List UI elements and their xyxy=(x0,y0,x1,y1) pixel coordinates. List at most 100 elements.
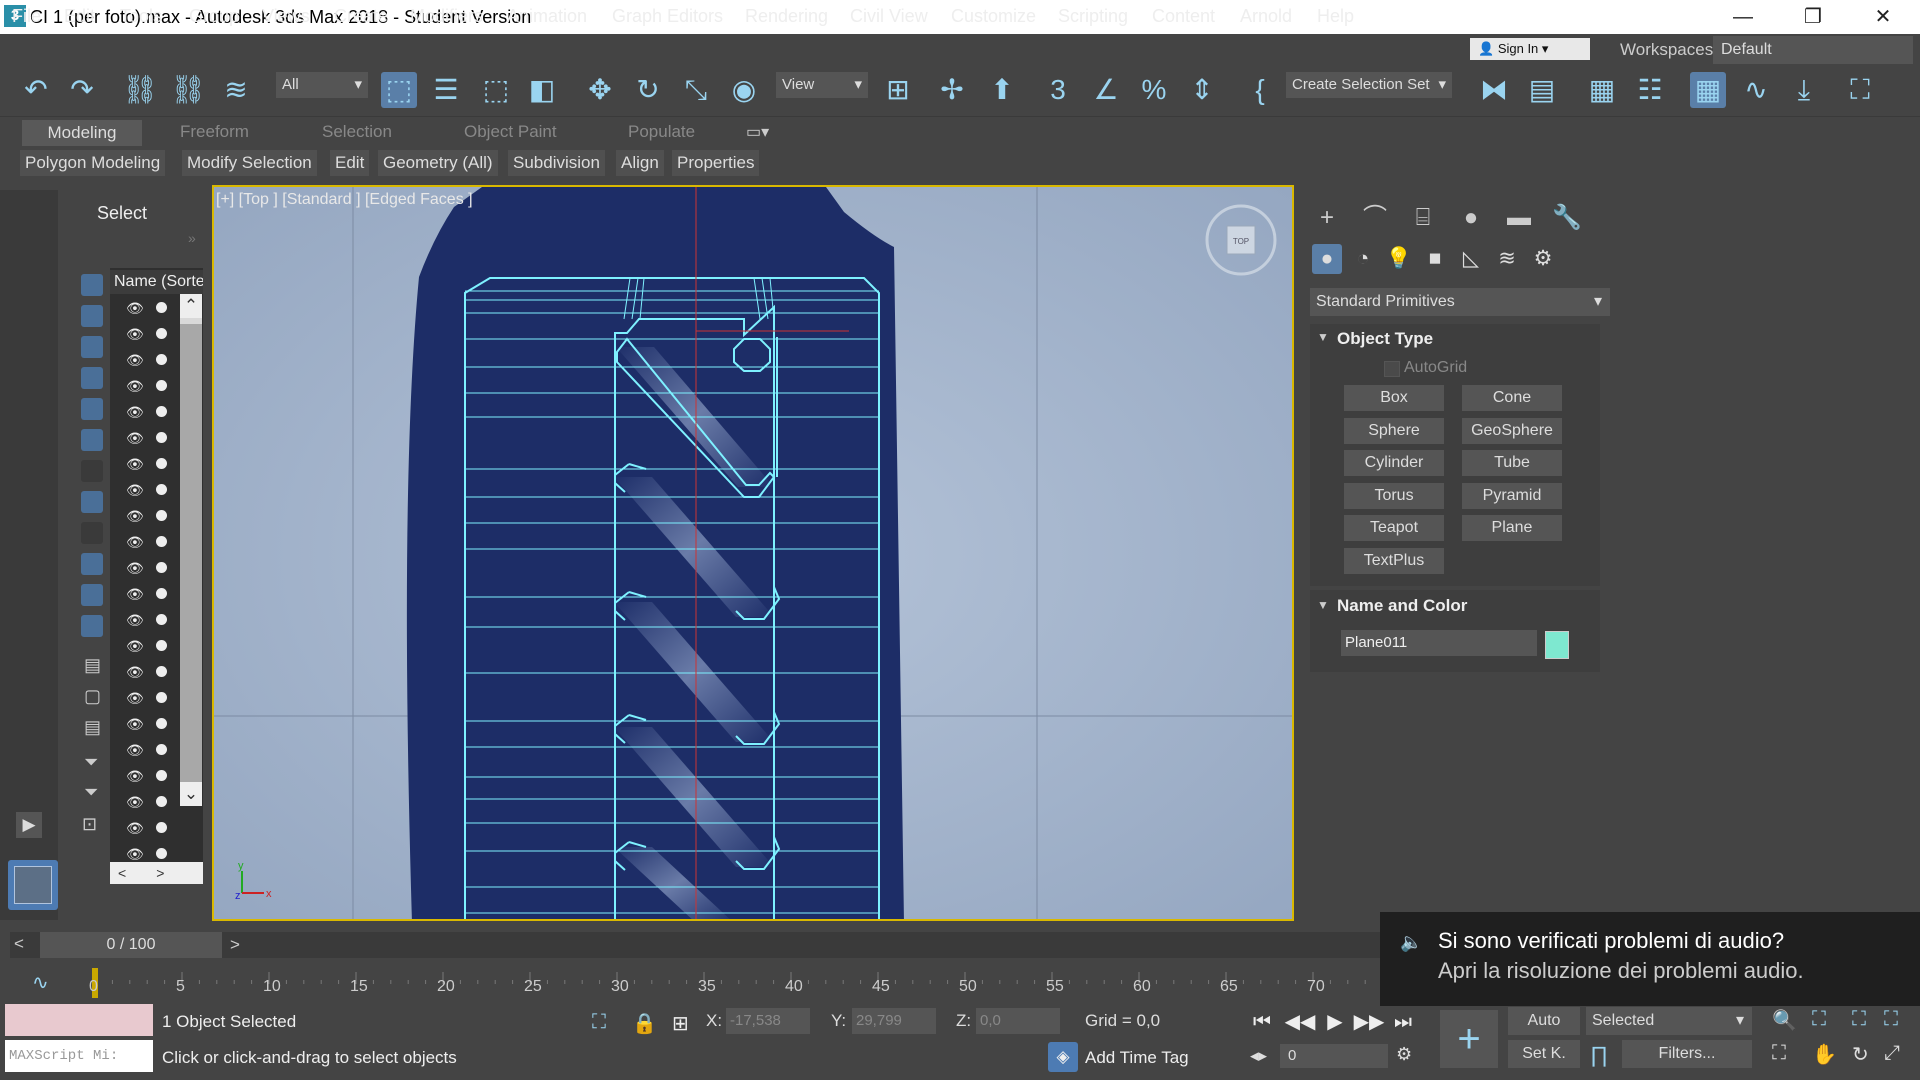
isolate-selection-icon[interactable]: ⛶ xyxy=(592,1011,606,1034)
visibility-eye-icon[interactable]: 👁 xyxy=(126,456,144,472)
freeze-dot-icon[interactable] xyxy=(156,770,167,781)
freeze-dot-icon[interactable] xyxy=(156,848,167,859)
collapse-icon[interactable]: ▼ xyxy=(1317,330,1329,344)
visibility-eye-icon[interactable]: 👁 xyxy=(126,482,144,498)
list-item[interactable]: 👁 xyxy=(126,532,176,552)
viewport-top[interactable]: TOP y x z xyxy=(212,185,1294,921)
set-key-big-icon[interactable]: + xyxy=(1440,1010,1498,1068)
snaps-toggle-icon[interactable]: 3 xyxy=(1040,72,1076,108)
visibility-eye-icon[interactable]: 👁 xyxy=(126,638,144,654)
explorer-column-header[interactable]: Name (Sorte xyxy=(110,270,203,294)
textplus-button[interactable]: TextPlus xyxy=(1344,548,1444,574)
menu-graph-editors[interactable]: Graph Editors xyxy=(612,6,723,27)
explorer-hscroll[interactable]: < > xyxy=(110,862,203,884)
display-spacewarps-icon[interactable] xyxy=(81,429,103,451)
display-xrefs-icon[interactable] xyxy=(81,491,103,513)
restore-button[interactable]: ❐ xyxy=(1783,0,1843,34)
display-tab-icon[interactable]: ▬ xyxy=(1504,203,1534,233)
box-button[interactable]: Box xyxy=(1344,385,1444,411)
rectangular-region-icon[interactable]: ⬚ xyxy=(478,72,514,108)
freeze-dot-icon[interactable] xyxy=(156,666,167,677)
x-coordinate-field[interactable]: -17,538 xyxy=(726,1008,810,1034)
pivot-center-icon[interactable]: ⊞ xyxy=(880,72,916,108)
plane-button[interactable]: Plane xyxy=(1462,515,1562,541)
filter-icon[interactable]: ⏷ xyxy=(84,752,98,773)
expand-left-bar-icon[interactable]: ▶ xyxy=(16,812,42,838)
display-geometry-icon[interactable] xyxy=(81,274,103,296)
display-frozen-icon[interactable] xyxy=(81,584,103,606)
named-selection-icon[interactable]: { xyxy=(1242,72,1278,108)
list-item[interactable]: 👁 xyxy=(126,766,176,786)
menu-civil-view[interactable]: Civil View xyxy=(850,6,928,27)
menu-modifiers[interactable]: Modifiers xyxy=(410,6,483,27)
torus-button[interactable]: Torus xyxy=(1344,483,1444,509)
freeze-dot-icon[interactable] xyxy=(156,692,167,703)
list-item[interactable]: 👁 xyxy=(126,480,176,500)
primitive-category-dropdown[interactable]: Standard Primitives ▾ xyxy=(1310,288,1610,316)
link-icon[interactable]: ⛓ xyxy=(122,72,158,108)
minimize-button[interactable]: — xyxy=(1713,0,1773,34)
display-invert-icon[interactable]: ▤ xyxy=(84,717,101,738)
geometry-category-icon[interactable]: ● xyxy=(1312,244,1342,274)
object-color-swatch[interactable] xyxy=(1545,631,1569,659)
list-item[interactable]: 👁 xyxy=(126,844,176,864)
zoom-icon[interactable]: 🔍 xyxy=(1772,1008,1797,1033)
cone-button[interactable]: Cone xyxy=(1462,385,1562,411)
visibility-eye-icon[interactable]: 👁 xyxy=(126,716,144,732)
zoom-extents-icon[interactable]: ⛶ xyxy=(1852,1008,1866,1031)
object-name-input[interactable]: Plane011 xyxy=(1341,630,1537,656)
helpers-category-icon[interactable]: ◺ xyxy=(1456,244,1486,274)
explorer-select-label[interactable]: Select xyxy=(97,203,147,224)
spinner-snap-icon[interactable]: ⇕ xyxy=(1184,72,1220,108)
visibility-eye-icon[interactable]: 👁 xyxy=(126,352,144,368)
selection-lock-icon[interactable]: 🔒 xyxy=(632,1011,657,1036)
menu-arnold[interactable]: Arnold xyxy=(1240,6,1292,27)
hierarchy-tab-icon[interactable]: ⌸ xyxy=(1408,203,1438,233)
list-item[interactable]: 👁 xyxy=(126,506,176,526)
display-hidden-icon[interactable] xyxy=(81,615,103,637)
scroll-left-icon[interactable]: < xyxy=(118,865,126,881)
panel-geometry-all[interactable]: Geometry (All) xyxy=(378,150,498,176)
tab-object-paint[interactable]: Object Paint xyxy=(464,122,557,142)
panel-edit[interactable]: Edit xyxy=(330,150,370,176)
freeze-dot-icon[interactable] xyxy=(156,328,167,339)
absolute-mode-icon[interactable]: ⊞ xyxy=(672,1011,689,1036)
freeze-dot-icon[interactable] xyxy=(156,354,167,365)
angle-snap-icon[interactable]: ∠ xyxy=(1088,72,1124,108)
motion-tab-icon[interactable]: ● xyxy=(1456,203,1486,233)
list-item[interactable]: 👁 xyxy=(126,350,176,370)
list-item[interactable]: 👁 xyxy=(126,558,176,578)
display-none-icon[interactable]: ▢ xyxy=(84,686,101,707)
curve-editor-icon[interactable]: ∿ xyxy=(1738,72,1774,108)
tab-freeform[interactable]: Freeform xyxy=(180,122,249,142)
add-time-tag-label[interactable]: Add Time Tag xyxy=(1085,1048,1189,1068)
freeze-dot-icon[interactable] xyxy=(156,744,167,755)
visibility-eye-icon[interactable]: 👁 xyxy=(126,508,144,524)
workspaces-dropdown[interactable]: Default xyxy=(1713,36,1913,64)
filters-button[interactable]: Filters... xyxy=(1622,1040,1752,1068)
visibility-eye-icon[interactable]: 👁 xyxy=(126,534,144,550)
menu-tools[interactable]: Tools xyxy=(120,6,162,27)
bind-spacewarp-icon[interactable]: ≋ xyxy=(218,72,254,108)
scroll-down-icon[interactable]: ⌄ xyxy=(180,782,202,806)
menu-animation[interactable]: Animation xyxy=(507,6,587,27)
visibility-eye-icon[interactable]: 👁 xyxy=(126,300,144,316)
create-selection-set-dropdown[interactable]: Create Selection Set ▾ xyxy=(1286,72,1452,98)
list-item[interactable]: 👁 xyxy=(126,636,176,656)
maxscript-listener[interactable] xyxy=(5,1004,153,1036)
list-item[interactable]: 👁 xyxy=(126,324,176,344)
visibility-eye-icon[interactable]: 👁 xyxy=(126,768,144,784)
freeze-dot-icon[interactable] xyxy=(156,822,167,833)
autogrid-checkbox[interactable] xyxy=(1384,361,1400,377)
percent-snap-icon[interactable]: % xyxy=(1136,72,1172,108)
undo-icon[interactable]: ↶ xyxy=(18,72,54,108)
shapes-category-icon[interactable]: ◔ xyxy=(1348,244,1378,274)
move-icon[interactable]: ✥ xyxy=(582,72,618,108)
list-item[interactable]: 👁 xyxy=(126,298,176,318)
visibility-eye-icon[interactable]: 👁 xyxy=(126,794,144,810)
ribbon-toggle-icon[interactable]: ▦ xyxy=(1690,72,1726,108)
schematic-view-icon[interactable]: ⤓ xyxy=(1786,72,1822,108)
menu-customize[interactable]: Customize xyxy=(951,6,1036,27)
cameras-category-icon[interactable]: ■ xyxy=(1420,244,1450,274)
key-mode-icon[interactable]: ◂▸ xyxy=(1250,1046,1267,1066)
